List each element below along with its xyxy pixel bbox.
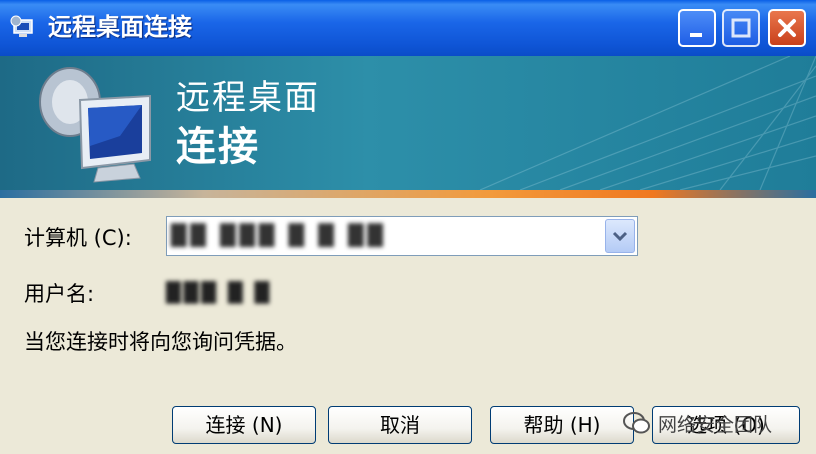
username-value: ███ █ █: [166, 282, 273, 304]
username-label: 用户名:: [24, 282, 95, 306]
banner-graphic: [39, 56, 816, 190]
maximize-button[interactable]: [722, 9, 760, 47]
chevron-down-icon: [612, 231, 628, 242]
window-title: 远程桌面连接: [48, 13, 192, 41]
maximize-icon: [731, 18, 751, 38]
computer-monitor-icon: [39, 67, 151, 183]
watermark-text: 网络安全团队: [658, 413, 773, 436]
help-button[interactable]: 帮助 (H): [490, 406, 634, 444]
computer-input-value[interactable]: ██ ███ █ █ ██: [171, 223, 387, 247]
minimize-button[interactable]: [678, 9, 716, 47]
dropdown-button[interactable]: [605, 219, 635, 253]
watermark: 网络安全团队: [622, 406, 772, 440]
close-icon: [778, 19, 796, 37]
title-bar[interactable]: 远程桌面连接: [0, 0, 816, 56]
banner-title-line1: 远程桌面: [176, 78, 320, 118]
minimize-icon: [690, 33, 702, 37]
computer-combobox[interactable]: ██ ███ █ █ ██: [166, 216, 638, 256]
cancel-button[interactable]: 取消: [328, 406, 472, 444]
credentials-note: 当您连接时将向您询问凭据。: [24, 330, 297, 354]
remote-desktop-icon: [10, 15, 33, 37]
close-button[interactable]: [768, 9, 806, 47]
accent-stripe: [0, 190, 816, 198]
rdp-window: 远程桌面连接 远程桌面 连接 计算机 (C): ██ ███ █ █ ██ 用户…: [0, 0, 816, 454]
computer-label: 计算机 (C):: [24, 226, 132, 250]
header-banner: 远程桌面 连接: [0, 56, 816, 190]
banner-title-line2: 连接: [176, 124, 260, 170]
wechat-icon: [623, 412, 650, 434]
connect-button[interactable]: 连接 (N): [172, 406, 316, 444]
